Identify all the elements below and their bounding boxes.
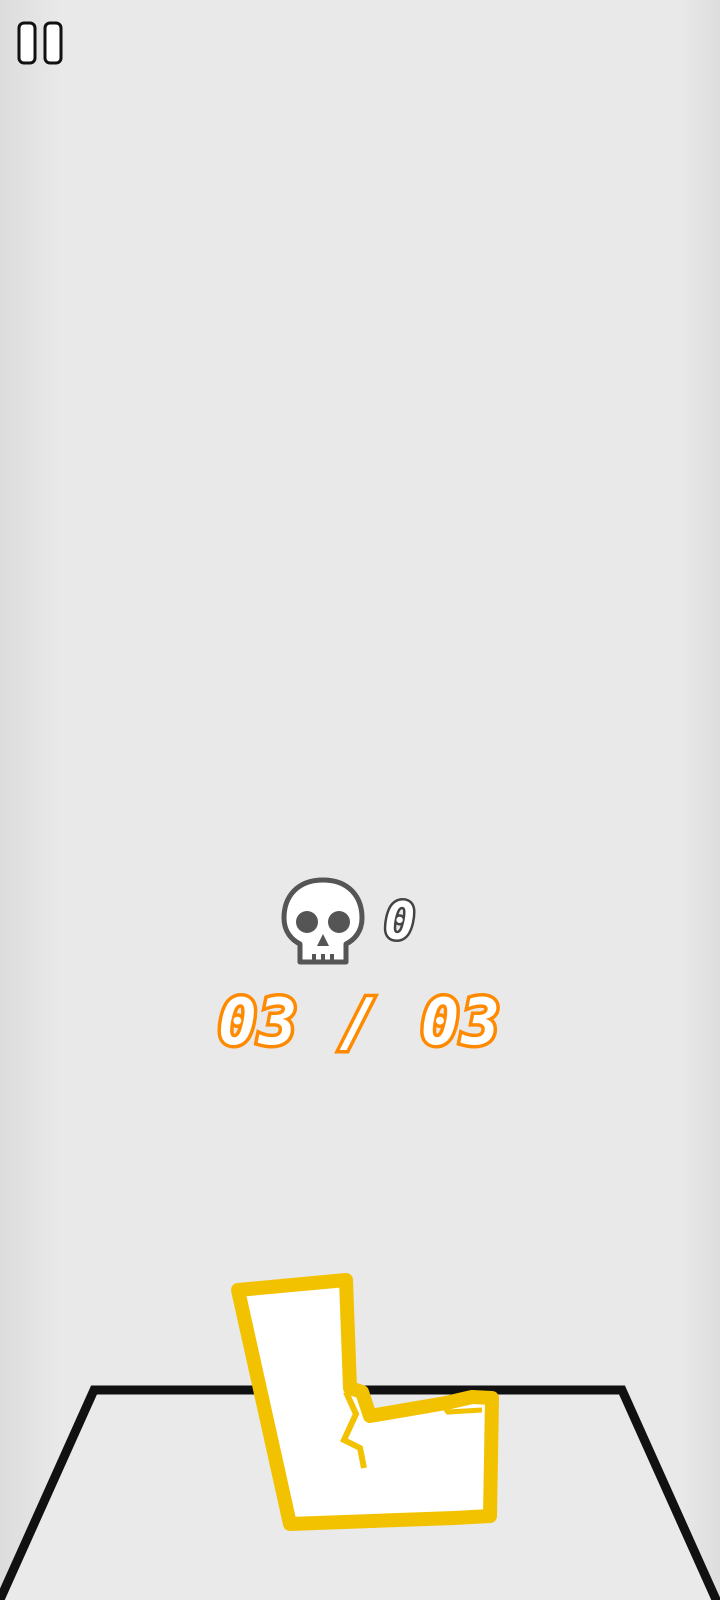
skull-icon bbox=[281, 877, 365, 965]
death-counter: 0 bbox=[280, 876, 460, 968]
left-edge-shade bbox=[0, 0, 60, 1600]
death-count: 0 bbox=[381, 892, 417, 953]
pause-button[interactable] bbox=[16, 20, 68, 66]
platform-outline bbox=[0, 1385, 720, 1600]
level-progress: 03 / 03 bbox=[215, 985, 504, 1062]
right-edge-shade bbox=[680, 0, 720, 1600]
game-scene bbox=[0, 1273, 720, 1600]
l-shaped-piece[interactable] bbox=[231, 1273, 499, 1531]
pause-icon bbox=[17, 21, 63, 65]
platform-top bbox=[0, 1390, 720, 1600]
